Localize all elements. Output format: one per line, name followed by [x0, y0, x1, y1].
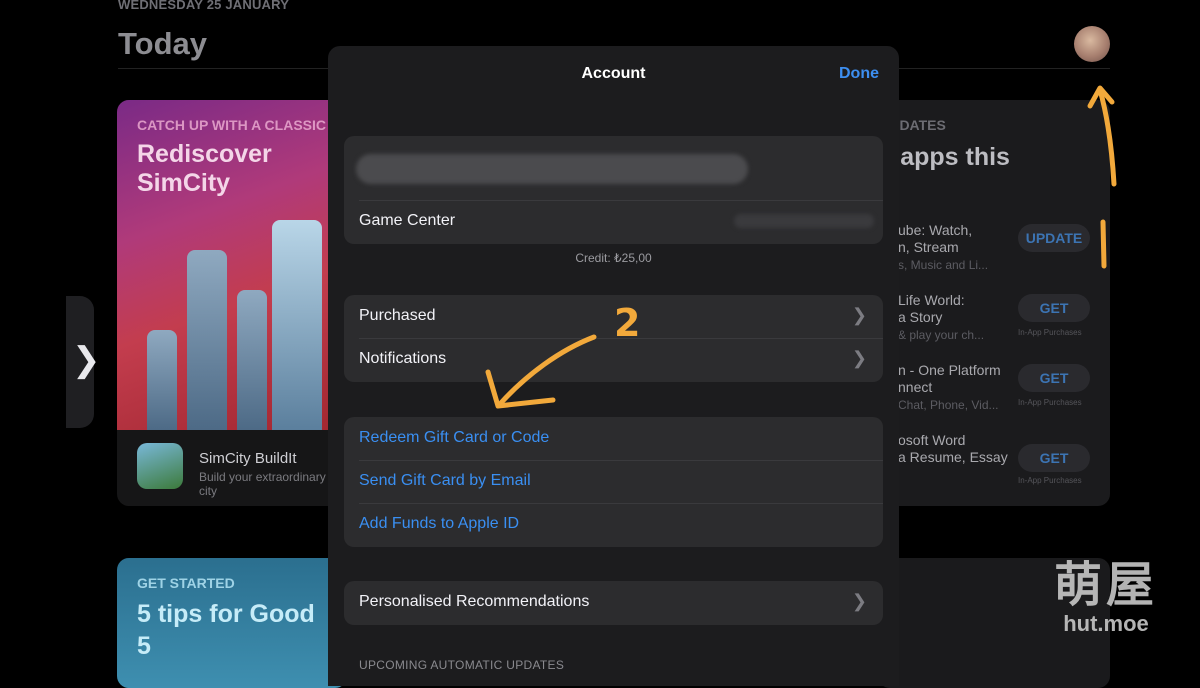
updates-card[interactable]: UPDATES d apps this ube: Watch, n, Strea… [878, 100, 1110, 506]
today-date: WEDNESDAY 25 JANUARY [118, 0, 290, 12]
personalised-recommendations-row[interactable]: Personalised Recommendations ❯ [344, 581, 883, 625]
card-headline: 5 tips for Good 5 [137, 598, 315, 662]
in-app-purchases-note: In-App Purchases [1018, 398, 1082, 407]
item-subtitle: s, Music and Li... [898, 258, 989, 272]
simcity-app-icon [137, 443, 183, 489]
get-button[interactable]: GET [1018, 294, 1090, 322]
item-title-2: nnect [898, 379, 933, 395]
get-button[interactable]: GET [1018, 444, 1090, 472]
send-gift-card-row[interactable]: Send Gift Card by Email [344, 460, 883, 504]
send-gift-card-link[interactable]: Send Gift Card by Email [359, 472, 531, 490]
card-eyebrow: GET STARTED [137, 575, 235, 591]
get-started-card[interactable]: GET STARTED 5 tips for Good 5 [117, 558, 347, 688]
purchased-label: Purchased [359, 307, 436, 324]
item-title: Life World: [898, 292, 965, 308]
credit-balance: Credit: ₺25,00 [575, 251, 652, 265]
profile-group: Game Center [344, 136, 883, 244]
item-title-2: a Story [898, 309, 943, 325]
card-eyebrow: CATCH UP WITH A CLASSIC [137, 117, 326, 133]
watermark-logo-text: 萌屋 [1054, 559, 1159, 612]
gift-card-group: Redeem Gift Card or Code Send Gift Card … [344, 417, 883, 547]
chevron-right-icon: ❯ [851, 591, 867, 611]
redacted-game-center-id [734, 214, 874, 228]
redacted-account-name [356, 154, 748, 184]
item-title-2: a Resume, Essay [898, 449, 1008, 465]
item-title-2: n, Stream [898, 239, 959, 255]
chevron-right-icon: ❯ [851, 348, 867, 368]
redeem-gift-card-link[interactable]: Redeem Gift Card or Code [359, 429, 549, 447]
update-button[interactable]: UPDATE [1018, 224, 1090, 252]
account-avatar[interactable] [1074, 26, 1110, 62]
card-headline-line-2: 5 [137, 632, 151, 660]
item-subtitle: Chat, Phone, Vid... [898, 398, 999, 412]
app-name: SimCity BuildIt [199, 450, 297, 467]
personalised-recommendations-label: Personalised Recommendations [359, 593, 590, 610]
chevron-right-icon: ❯ [851, 305, 867, 325]
list-item[interactable]: n - One Platform nnect Chat, Phone, Vid.… [878, 362, 1110, 432]
notifications-label: Notifications [359, 350, 447, 367]
item-subtitle: & play your ch... [898, 328, 985, 342]
card-headline: Rediscover SimCity [137, 140, 272, 197]
done-button[interactable]: Done [839, 65, 879, 83]
add-funds-link[interactable]: Add Funds to Apple ID [359, 515, 519, 533]
redeem-gift-card-row[interactable]: Redeem Gift Card or Code [344, 417, 883, 461]
in-app-purchases-note: In-App Purchases [1018, 328, 1082, 337]
chevron-right-icon: ❯ [72, 341, 101, 379]
upcoming-updates-header: UPCOMING AUTOMATIC UPDATES [359, 658, 565, 672]
step-number-label: 2 [614, 301, 641, 345]
list-item[interactable]: Life World: a Story & play your ch... GE… [878, 292, 1110, 362]
recommendations-group: Personalised Recommendations ❯ [344, 581, 883, 625]
app-subtitle: Build your extraordinary city [199, 470, 326, 498]
add-funds-row[interactable]: Add Funds to Apple ID [344, 503, 883, 547]
item-title: osoft Word [898, 432, 966, 448]
item-title: n - One Platform [898, 362, 1001, 378]
item-title: ube: Watch, [898, 222, 973, 238]
page-title: Today [118, 26, 207, 61]
list-item[interactable]: ube: Watch, n, Stream s, Music and Li...… [878, 222, 1110, 292]
watermark: 萌屋 hut.moe [1054, 560, 1158, 636]
card-headline-line-1: 5 tips for Good [137, 600, 315, 628]
in-app-purchases-note: In-App Purchases [1018, 476, 1082, 485]
list-item[interactable]: osoft Word a Resume, Essay GET In-App Pu… [878, 432, 1110, 502]
watermark-site: hut.moe [1063, 611, 1149, 636]
account-sheet: Account Done Game Center Credit: ₺25,00 … [328, 46, 899, 686]
sidebar-toggle[interactable]: ❯ [66, 296, 101, 428]
game-center-label: Game Center [359, 212, 456, 229]
sheet-title: Account [581, 65, 646, 82]
featured-card-simcity[interactable]: CATCH UP WITH A CLASSIC Rediscover SimCi… [117, 100, 347, 506]
get-button[interactable]: GET [1018, 364, 1090, 392]
